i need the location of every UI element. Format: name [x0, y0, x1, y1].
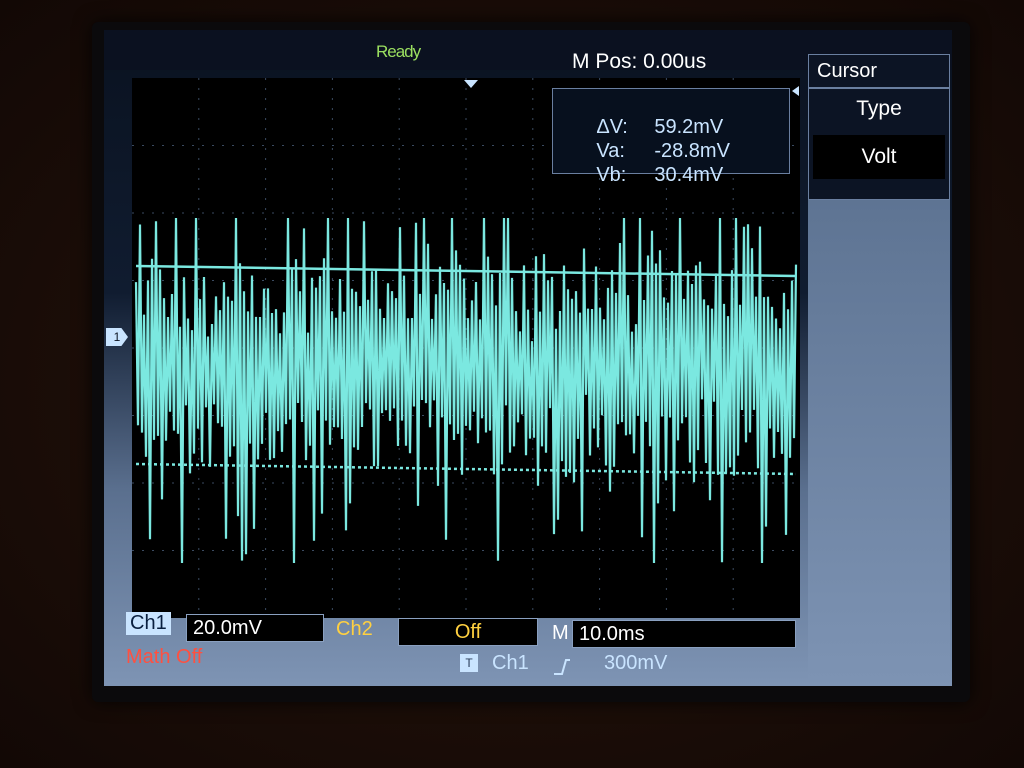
math-status[interactable]: Math Off: [126, 646, 202, 669]
channel-marker-label: 1: [113, 330, 121, 344]
channel-1-marker[interactable]: 1: [106, 328, 128, 346]
ch1-scale: 20.0mV: [186, 614, 324, 642]
trigger-source: Ch1: [492, 652, 529, 674]
ch2-label[interactable]: Ch2: [336, 618, 373, 641]
time-base-value: 10.0ms: [572, 620, 796, 648]
menu-empty-area: [808, 200, 950, 680]
menu-title: Cursor: [808, 54, 950, 88]
trigger-icon: T: [460, 654, 478, 672]
cursor-readout: ΔV: 59.2mV Va: -28.8mV Vb: 30.4mV: [552, 88, 790, 186]
ch1-label[interactable]: Ch1: [126, 612, 171, 635]
menu-type-label: Type: [856, 97, 902, 120]
menu-type-option[interactable]: Type Volt: [808, 88, 950, 200]
acquisition-status: Ready: [376, 42, 421, 61]
side-menu: Cursor Type Volt: [806, 54, 952, 686]
trigger-level-marker: [792, 86, 799, 96]
horizontal-position: M Pos: 0.00us: [572, 50, 707, 73]
vb-value: 30.4mV: [654, 164, 724, 186]
cursor-b-line[interactable]: [135, 462, 797, 476]
time-label: M: [552, 622, 569, 644]
trigger-level: 300mV: [604, 652, 668, 674]
menu-type-value: Volt: [813, 135, 945, 179]
rising-edge-icon: [554, 659, 570, 675]
trigger-position-marker: [464, 80, 478, 88]
vb-label: Vb:: [596, 164, 627, 186]
oscilloscope-screen: Ready M Pos: 0.00us ΔV: 59.2mV Va: -28.8mV…: [104, 30, 952, 686]
ch2-value: Off: [398, 618, 538, 646]
